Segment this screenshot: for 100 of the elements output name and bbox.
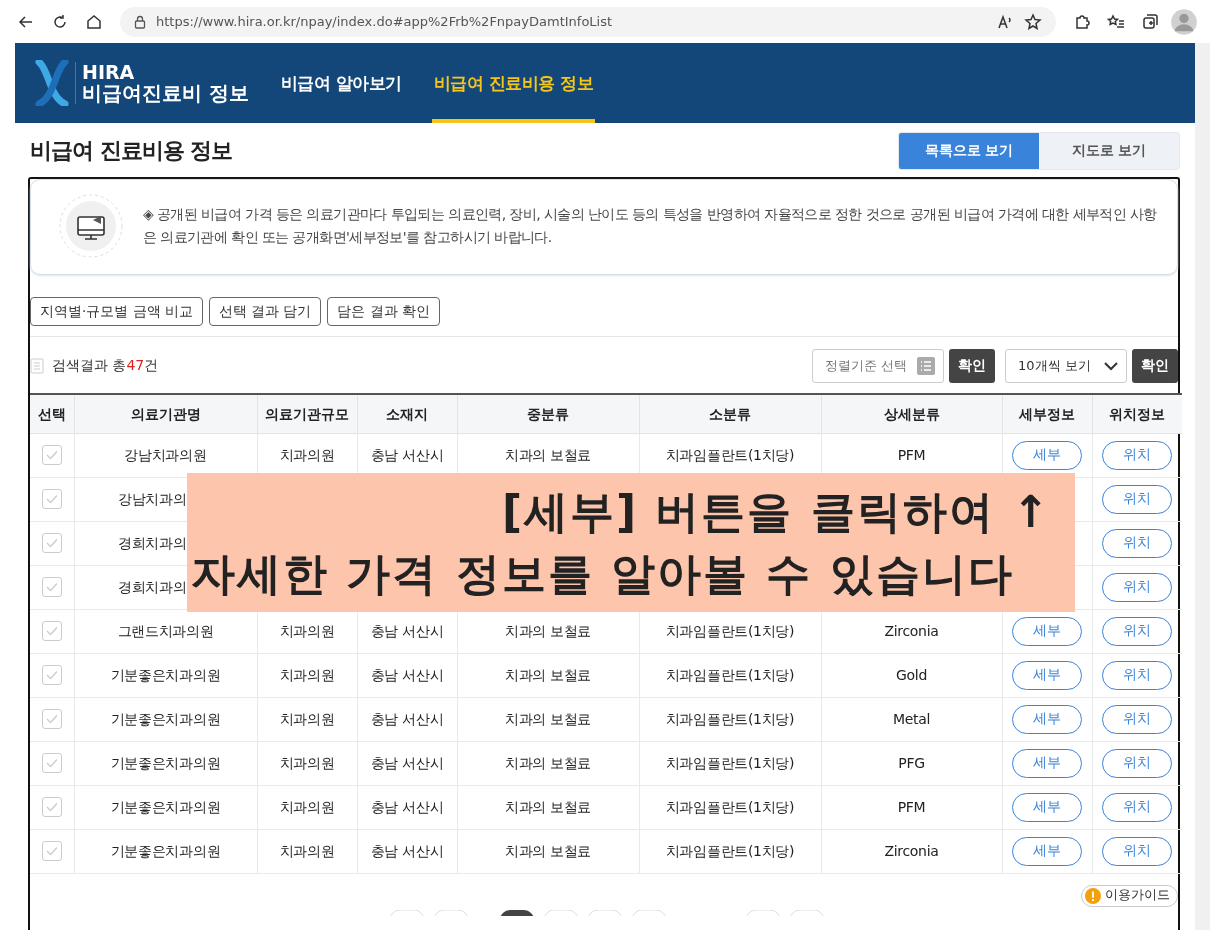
table-cell: 치과의 보철료 — [457, 741, 639, 785]
table-cell: 치과임플란트(1치당) — [639, 829, 821, 873]
profile-avatar[interactable] — [1170, 7, 1198, 36]
column-header: 상세분류 — [821, 394, 1002, 433]
check-icon — [45, 670, 58, 680]
row-checkbox[interactable] — [41, 709, 62, 729]
table-cell: 기분좋은치과의원 — [74, 785, 257, 829]
table-cell: 치과의 보철료 — [457, 697, 639, 741]
row-checkbox[interactable] — [41, 841, 62, 861]
logo-text: HIRA — [82, 61, 136, 83]
table-cell: 기분좋은치과의원 — [74, 697, 257, 741]
location-button[interactable]: 위치 — [1102, 484, 1173, 514]
monitor-icon — [59, 194, 123, 258]
check-icon — [45, 538, 58, 548]
banner-text: [세부] 버튼을 클릭하여 ↑ — [500, 484, 1052, 539]
action-button[interactable]: 지역별·규모별 금액 비교 — [30, 297, 203, 326]
action-button[interactable]: 선택 결과 담기 — [208, 297, 322, 326]
detail-button[interactable]: 세부 — [1012, 616, 1082, 646]
check-icon — [45, 802, 58, 812]
location-button[interactable]: 위치 — [1102, 660, 1173, 690]
table-cell: 치과의원 — [257, 653, 357, 697]
home-icon[interactable] — [85, 12, 103, 31]
logo-icon — [35, 60, 69, 106]
detail-button[interactable]: 세부 — [1012, 440, 1082, 470]
row-checkbox[interactable] — [41, 621, 62, 641]
scrollbar[interactable] — [1195, 43, 1210, 930]
nav-tab[interactable]: 비급여 알아보기 — [278, 43, 404, 123]
column-header: 소재지 — [357, 394, 457, 433]
table-cell: 치과의원 — [257, 741, 357, 785]
column-header: 중분류 — [457, 394, 639, 433]
table-cell: 치과임플란트(1치당) — [639, 697, 821, 741]
table-cell: 충남 서산시 — [357, 741, 457, 785]
favorite-icon[interactable] — [1024, 12, 1042, 31]
guide-button[interactable]: 이용가이드 — [1081, 884, 1178, 907]
location-button[interactable]: 위치 — [1102, 748, 1173, 778]
table-cell: 기분좋은치과의원 — [74, 653, 257, 697]
chevron-down-icon — [1104, 361, 1118, 371]
location-button[interactable]: 위치 — [1102, 572, 1173, 602]
check-icon — [45, 714, 58, 724]
nav-tab[interactable]: 비급여 진료비용 정보 — [431, 43, 596, 123]
detail-button[interactable]: 세부 — [1012, 792, 1082, 822]
page-title: 비급여 진료비용 정보 — [30, 137, 233, 165]
refresh-icon[interactable] — [51, 12, 69, 31]
location-button[interactable]: 위치 — [1102, 616, 1173, 646]
check-icon — [45, 450, 58, 460]
table-cell: 치과의 보철료 — [457, 785, 639, 829]
action-button[interactable]: 담은 결과 확인 — [327, 297, 441, 326]
warning-icon — [1085, 887, 1101, 904]
column-header: 선택 — [30, 394, 74, 433]
table-cell: 치과의원 — [257, 785, 357, 829]
page-size-select[interactable]: 10개씩 보기 — [1005, 349, 1127, 383]
collections-icon[interactable] — [1141, 12, 1159, 31]
url-text: https://www.hira.or.kr/npay/index.do#app%2Frb%2FnpayDamtInfoList — [156, 14, 614, 29]
table-cell: 충남 서산시 — [357, 697, 457, 741]
table-cell: 충남 서산시 — [357, 653, 457, 697]
favorites-icon[interactable] — [1107, 12, 1125, 31]
table-cell: Zirconia — [821, 829, 1002, 873]
table-cell: 기분좋은치과의원 — [74, 741, 257, 785]
check-icon — [45, 582, 58, 592]
row-checkbox[interactable] — [41, 445, 62, 465]
list-icon — [30, 358, 44, 374]
row-checkbox[interactable] — [41, 753, 62, 773]
row-checkbox[interactable] — [41, 489, 62, 509]
detail-button[interactable]: 세부 — [1012, 836, 1082, 866]
column-header: 의료기관규모 — [257, 394, 357, 433]
table-cell: 치과임플란트(1치당) — [639, 741, 821, 785]
check-icon — [45, 846, 58, 856]
row-checkbox[interactable] — [41, 665, 62, 685]
location-button[interactable]: 위치 — [1102, 836, 1173, 866]
location-button[interactable]: 위치 — [1102, 528, 1173, 558]
table-cell: Metal — [821, 697, 1002, 741]
location-button[interactable]: 위치 — [1102, 792, 1173, 822]
row-checkbox[interactable] — [41, 577, 62, 597]
table-cell: 치과임플란트(1치당) — [639, 653, 821, 697]
address-bar[interactable]: https://www.hira.or.kr/npay/index.do#app%2Frb%2FnpayDamtInfoList — [120, 6, 1056, 37]
site-name: 비급여진료비 정보 — [82, 82, 249, 105]
detail-button[interactable]: 세부 — [1012, 660, 1082, 690]
table-cell: 치과의원 — [257, 829, 357, 873]
notice-text: ◈ 공개된 비급여 가격 등은 의료기관마다 투입되는 의료인력, 장비, 시술의 난이도 등의 특성을 반영하여 자율적으로 정한 것으로 공개된 비급여 가격에 대한 세부적인 사항은 의료기관에 확인 또는 공개화면'세부정보'를 참고하시기 바랍니다. — [143, 204, 1157, 247]
table-cell: 충남 서산시 — [357, 829, 457, 873]
table-cell: Gold — [821, 653, 1002, 697]
row-checkbox[interactable] — [41, 797, 62, 817]
check-icon — [45, 494, 58, 504]
detail-button[interactable]: 세부 — [1012, 704, 1082, 734]
row-checkbox[interactable] — [41, 533, 62, 553]
confirm-button[interactable]: 확인 — [949, 349, 995, 383]
view-toggle-button[interactable]: 지도로 보기 — [1039, 133, 1179, 169]
table-cell: PFG — [821, 741, 1002, 785]
column-header: 위치정보 — [1092, 394, 1182, 433]
check-icon — [45, 626, 58, 636]
view-toggle-button[interactable]: 목록으로 보기 — [899, 133, 1039, 169]
list-icon — [917, 357, 935, 375]
column-header: 세부정보 — [1002, 394, 1092, 433]
confirm-button[interactable]: 확인 — [1132, 349, 1178, 383]
column-header: 소분류 — [639, 394, 821, 433]
location-button[interactable]: 위치 — [1102, 440, 1173, 470]
extensions-icon[interactable] — [1073, 12, 1091, 31]
sort-select[interactable]: 정렬기준 선택 — [811, 349, 944, 383]
detail-button[interactable]: 세부 — [1012, 748, 1082, 778]
location-button[interactable]: 위치 — [1102, 704, 1173, 734]
